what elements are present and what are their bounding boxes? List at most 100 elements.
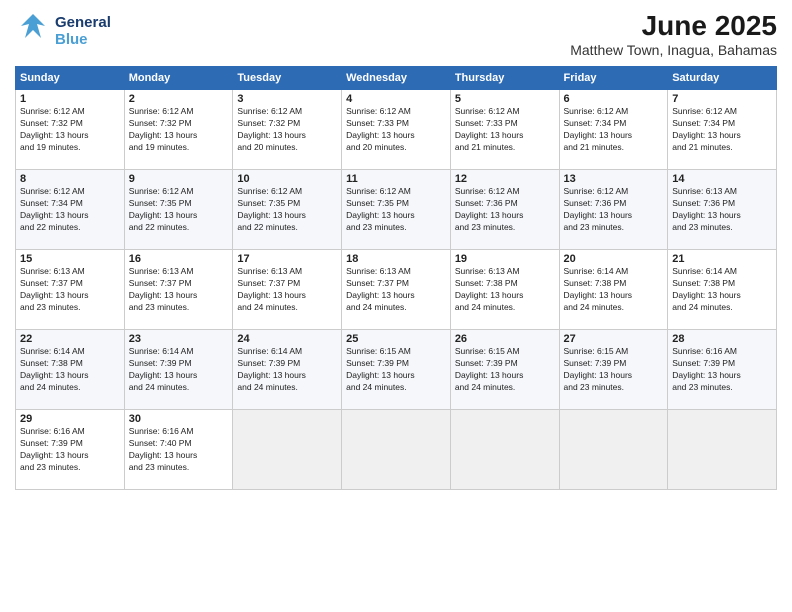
calendar-week-0: 1Sunrise: 6:12 AM Sunset: 7:32 PM Daylig… [16, 90, 777, 170]
calendar-cell: 29Sunrise: 6:16 AM Sunset: 7:39 PM Dayli… [16, 410, 125, 490]
day-info: Sunrise: 6:13 AM Sunset: 7:37 PM Dayligh… [237, 266, 337, 314]
day-number: 23 [129, 333, 229, 345]
day-header-friday: Friday [559, 67, 668, 90]
calendar-cell: 2Sunrise: 6:12 AM Sunset: 7:32 PM Daylig… [124, 90, 233, 170]
day-info: Sunrise: 6:13 AM Sunset: 7:37 PM Dayligh… [129, 266, 229, 314]
day-number: 18 [346, 253, 446, 265]
logo-line2: Blue [55, 31, 88, 48]
day-info: Sunrise: 6:13 AM Sunset: 7:37 PM Dayligh… [346, 266, 446, 314]
calendar-cell: 1Sunrise: 6:12 AM Sunset: 7:32 PM Daylig… [16, 90, 125, 170]
day-info: Sunrise: 6:15 AM Sunset: 7:39 PM Dayligh… [564, 346, 664, 394]
calendar-title: June 2025 [570, 10, 777, 42]
day-info: Sunrise: 6:15 AM Sunset: 7:39 PM Dayligh… [455, 346, 555, 394]
calendar-cell: 24Sunrise: 6:14 AM Sunset: 7:39 PM Dayli… [233, 330, 342, 410]
day-info: Sunrise: 6:12 AM Sunset: 7:32 PM Dayligh… [129, 106, 229, 154]
day-number: 1 [20, 93, 120, 105]
day-number: 14 [672, 173, 772, 185]
calendar-cell [668, 410, 777, 490]
calendar-week-4: 29Sunrise: 6:16 AM Sunset: 7:39 PM Dayli… [16, 410, 777, 490]
day-number: 9 [129, 173, 229, 185]
day-number: 4 [346, 93, 446, 105]
day-number: 29 [20, 413, 120, 425]
calendar-cell: 27Sunrise: 6:15 AM Sunset: 7:39 PM Dayli… [559, 330, 668, 410]
calendar-cell: 21Sunrise: 6:14 AM Sunset: 7:38 PM Dayli… [668, 250, 777, 330]
day-info: Sunrise: 6:14 AM Sunset: 7:39 PM Dayligh… [237, 346, 337, 394]
day-info: Sunrise: 6:15 AM Sunset: 7:39 PM Dayligh… [346, 346, 446, 394]
day-info: Sunrise: 6:14 AM Sunset: 7:38 PM Dayligh… [564, 266, 664, 314]
day-info: Sunrise: 6:14 AM Sunset: 7:38 PM Dayligh… [20, 346, 120, 394]
day-number: 6 [564, 93, 664, 105]
calendar-cell [233, 410, 342, 490]
day-number: 28 [672, 333, 772, 345]
day-info: Sunrise: 6:12 AM Sunset: 7:35 PM Dayligh… [237, 186, 337, 234]
day-number: 24 [237, 333, 337, 345]
calendar-cell: 15Sunrise: 6:13 AM Sunset: 7:37 PM Dayli… [16, 250, 125, 330]
header: General Blue June 2025 Matthew Town, Ina… [15, 10, 777, 58]
day-info: Sunrise: 6:12 AM Sunset: 7:34 PM Dayligh… [20, 186, 120, 234]
calendar-cell: 23Sunrise: 6:14 AM Sunset: 7:39 PM Dayli… [124, 330, 233, 410]
calendar-cell: 12Sunrise: 6:12 AM Sunset: 7:36 PM Dayli… [450, 170, 559, 250]
day-header-tuesday: Tuesday [233, 67, 342, 90]
calendar-week-3: 22Sunrise: 6:14 AM Sunset: 7:38 PM Dayli… [16, 330, 777, 410]
calendar-table: SundayMondayTuesdayWednesdayThursdayFrid… [15, 66, 777, 490]
title-section: June 2025 Matthew Town, Inagua, Bahamas [570, 10, 777, 58]
calendar-cell: 7Sunrise: 6:12 AM Sunset: 7:34 PM Daylig… [668, 90, 777, 170]
day-number: 30 [129, 413, 229, 425]
calendar-cell: 19Sunrise: 6:13 AM Sunset: 7:38 PM Dayli… [450, 250, 559, 330]
calendar-cell: 18Sunrise: 6:13 AM Sunset: 7:37 PM Dayli… [342, 250, 451, 330]
day-number: 22 [20, 333, 120, 345]
calendar-cell [559, 410, 668, 490]
calendar-cell: 20Sunrise: 6:14 AM Sunset: 7:38 PM Dayli… [559, 250, 668, 330]
day-info: Sunrise: 6:12 AM Sunset: 7:33 PM Dayligh… [455, 106, 555, 154]
calendar-cell: 9Sunrise: 6:12 AM Sunset: 7:35 PM Daylig… [124, 170, 233, 250]
day-number: 25 [346, 333, 446, 345]
day-info: Sunrise: 6:12 AM Sunset: 7:36 PM Dayligh… [564, 186, 664, 234]
day-number: 7 [672, 93, 772, 105]
day-number: 5 [455, 93, 555, 105]
day-info: Sunrise: 6:16 AM Sunset: 7:39 PM Dayligh… [672, 346, 772, 394]
day-number: 17 [237, 253, 337, 265]
calendar-cell: 28Sunrise: 6:16 AM Sunset: 7:39 PM Dayli… [668, 330, 777, 410]
day-info: Sunrise: 6:14 AM Sunset: 7:38 PM Dayligh… [672, 266, 772, 314]
day-info: Sunrise: 6:12 AM Sunset: 7:35 PM Dayligh… [346, 186, 446, 234]
day-info: Sunrise: 6:12 AM Sunset: 7:36 PM Dayligh… [455, 186, 555, 234]
day-info: Sunrise: 6:14 AM Sunset: 7:39 PM Dayligh… [129, 346, 229, 394]
calendar-cell: 13Sunrise: 6:12 AM Sunset: 7:36 PM Dayli… [559, 170, 668, 250]
calendar-week-1: 8Sunrise: 6:12 AM Sunset: 7:34 PM Daylig… [16, 170, 777, 250]
logo-line1: General [55, 14, 111, 31]
calendar-cell [342, 410, 451, 490]
calendar-cell: 11Sunrise: 6:12 AM Sunset: 7:35 PM Dayli… [342, 170, 451, 250]
logo: General Blue [15, 10, 111, 51]
page: General Blue June 2025 Matthew Town, Ina… [0, 0, 792, 612]
day-info: Sunrise: 6:12 AM Sunset: 7:34 PM Dayligh… [564, 106, 664, 154]
calendar-cell: 8Sunrise: 6:12 AM Sunset: 7:34 PM Daylig… [16, 170, 125, 250]
calendar-cell [450, 410, 559, 490]
calendar-cell: 3Sunrise: 6:12 AM Sunset: 7:32 PM Daylig… [233, 90, 342, 170]
calendar-cell: 17Sunrise: 6:13 AM Sunset: 7:37 PM Dayli… [233, 250, 342, 330]
day-number: 15 [20, 253, 120, 265]
day-header-monday: Monday [124, 67, 233, 90]
day-info: Sunrise: 6:13 AM Sunset: 7:38 PM Dayligh… [455, 266, 555, 314]
day-number: 26 [455, 333, 555, 345]
calendar-week-2: 15Sunrise: 6:13 AM Sunset: 7:37 PM Dayli… [16, 250, 777, 330]
calendar-cell: 10Sunrise: 6:12 AM Sunset: 7:35 PM Dayli… [233, 170, 342, 250]
calendar-cell: 14Sunrise: 6:13 AM Sunset: 7:36 PM Dayli… [668, 170, 777, 250]
day-info: Sunrise: 6:16 AM Sunset: 7:40 PM Dayligh… [129, 426, 229, 474]
calendar-cell: 4Sunrise: 6:12 AM Sunset: 7:33 PM Daylig… [342, 90, 451, 170]
calendar-cell: 25Sunrise: 6:15 AM Sunset: 7:39 PM Dayli… [342, 330, 451, 410]
day-info: Sunrise: 6:16 AM Sunset: 7:39 PM Dayligh… [20, 426, 120, 474]
calendar-cell: 26Sunrise: 6:15 AM Sunset: 7:39 PM Dayli… [450, 330, 559, 410]
calendar-header-row: SundayMondayTuesdayWednesdayThursdayFrid… [16, 67, 777, 90]
day-info: Sunrise: 6:12 AM Sunset: 7:32 PM Dayligh… [20, 106, 120, 154]
day-number: 13 [564, 173, 664, 185]
day-number: 16 [129, 253, 229, 265]
day-info: Sunrise: 6:13 AM Sunset: 7:37 PM Dayligh… [20, 266, 120, 314]
day-number: 12 [455, 173, 555, 185]
logo-icon [15, 10, 51, 46]
day-info: Sunrise: 6:12 AM Sunset: 7:35 PM Dayligh… [129, 186, 229, 234]
day-number: 20 [564, 253, 664, 265]
day-number: 27 [564, 333, 664, 345]
calendar-cell: 22Sunrise: 6:14 AM Sunset: 7:38 PM Dayli… [16, 330, 125, 410]
day-number: 8 [20, 173, 120, 185]
day-number: 21 [672, 253, 772, 265]
